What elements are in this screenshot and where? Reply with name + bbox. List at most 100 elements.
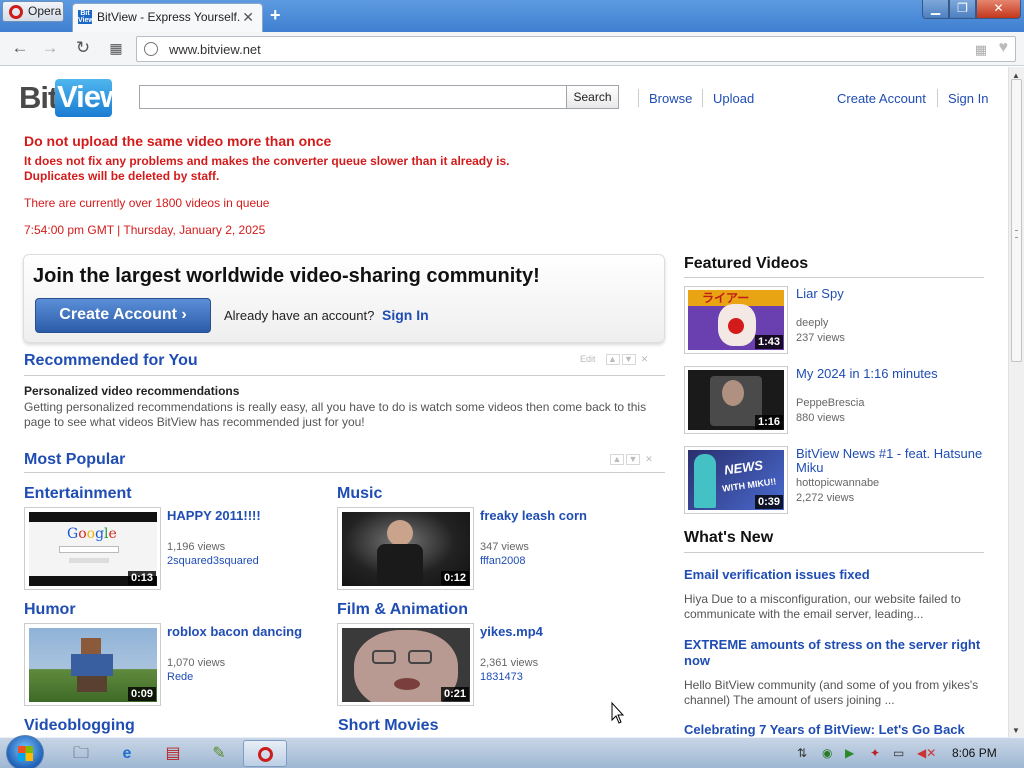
opera-taskbar-button[interactable] — [243, 740, 287, 767]
reload-icon[interactable]: ↻ — [73, 38, 93, 58]
tray-volume-icon[interactable]: ◀✕ — [917, 746, 936, 760]
recommendations-text: Getting personalized recommendations is … — [24, 400, 647, 429]
video-user[interactable]: 1831473 — [480, 671, 523, 683]
video-title[interactable]: freaky leash corn — [480, 508, 587, 523]
news-item-title[interactable]: Celebrating 7 Years of BitView: Let's Go… — [684, 722, 984, 737]
video-thumbnail[interactable]: Google 0:13 — [24, 507, 161, 590]
page-content: Bit View Search Browse Upload Create Acc… — [0, 67, 1008, 737]
news-item-title[interactable]: EXTREME amounts of stress on the server … — [684, 637, 984, 669]
news-item-body: Hello BitView community (and some of you… — [684, 678, 979, 707]
tray-media-icon[interactable]: ▶ — [845, 746, 854, 760]
forward-icon[interactable]: → — [40, 38, 60, 58]
move-down-icon[interactable]: ▼ — [626, 454, 640, 465]
back-icon[interactable]: ← — [10, 38, 30, 58]
video-title[interactable]: yikes.mp4 — [480, 624, 543, 639]
video-thumbnail[interactable]: 0:12 — [337, 507, 474, 590]
news-item-title[interactable]: Email verification issues fixed — [684, 567, 984, 583]
speed-dial-icon[interactable]: ▦ — [106, 38, 126, 58]
video-duration: 0:09 — [127, 687, 156, 701]
create-account-link[interactable]: Create Account — [837, 91, 926, 106]
new-tab-icon[interactable]: + — [270, 6, 281, 24]
upload-link[interactable]: Upload — [713, 91, 754, 106]
search-input[interactable] — [139, 85, 567, 109]
featured-thumbnail[interactable]: ライアー 1:43 — [684, 286, 788, 354]
sign-in-link[interactable]: Sign In — [948, 91, 988, 106]
video-thumbnail[interactable]: 0:09 — [24, 623, 161, 706]
featured-video-title[interactable]: My 2024 in 1:16 minutes — [796, 367, 986, 381]
tray-app-icon[interactable]: ✦ — [870, 746, 880, 760]
browser-tab[interactable]: Bit View BitView - Express Yourself. ✕ — [72, 3, 263, 32]
mouse-cursor-icon — [611, 701, 625, 724]
browse-link[interactable]: Browse — [649, 91, 692, 106]
notice-title: Do not upload the same video more than o… — [24, 133, 332, 149]
video-thumbnail[interactable]: 0:21 — [337, 623, 474, 706]
close-tab-icon[interactable]: ✕ — [242, 4, 254, 30]
media-taskbar-icon[interactable]: ▤ — [152, 740, 194, 767]
video-views: 347 views — [480, 541, 529, 553]
tab-title: BitView - Express Yourself. — [97, 10, 241, 24]
featured-video-title[interactable]: Liar Spy — [796, 287, 986, 301]
video-title[interactable]: HAPPY 2011!!!! — [167, 508, 261, 523]
video-user[interactable]: 2squared3squared — [167, 555, 259, 567]
close-box-icon[interactable]: ✕ — [638, 355, 652, 366]
featured-video-title[interactable]: BitView News #1 - feat. Hatsune Miku — [796, 447, 986, 475]
edit-link[interactable]: Edit — [580, 354, 596, 364]
windows-logo-icon — [18, 746, 33, 761]
featured-duration: 1:43 — [754, 335, 783, 349]
heart-bookmark-icon[interactable]: ♥ — [999, 39, 1009, 57]
featured-duration: 1:16 — [754, 415, 783, 429]
category-videoblogging[interactable]: Videoblogging — [24, 717, 135, 735]
join-headline: Join the largest worldwide video-sharing… — [33, 265, 540, 287]
paint-taskbar-icon[interactable]: ✎ — [198, 740, 240, 767]
address-bar[interactable]: www.bitview.net ▦ ♥ — [136, 36, 1016, 62]
close-window-button[interactable]: ✕ — [976, 0, 1021, 19]
tray-network-icon[interactable]: ⇅ — [797, 746, 807, 760]
site-info-icon[interactable] — [144, 42, 158, 56]
close-box-icon[interactable]: ✕ — [642, 455, 656, 466]
vertical-scrollbar[interactable]: ▲ ▼ — [1008, 67, 1024, 737]
clock[interactable]: 8:06 PM — [952, 746, 997, 760]
search-button[interactable]: Search — [566, 85, 619, 109]
video-user[interactable]: fffan2008 — [480, 555, 525, 567]
move-up-icon[interactable]: ▲ — [605, 354, 620, 365]
maximize-button[interactable]: ❐ — [949, 0, 976, 19]
title-bar: Opera Bit View BitView - Express Yourself… — [0, 0, 1024, 32]
featured-thumbnail[interactable]: 1:16 — [684, 366, 788, 434]
most-popular-box-controls: ▲ ▼ ✕ — [608, 454, 656, 466]
recommended-box-controls: Edit ▲ ▼ ✕ — [580, 354, 652, 366]
move-up-icon[interactable]: ▲ — [610, 454, 624, 465]
video-user[interactable]: Rede — [167, 671, 193, 683]
category-music[interactable]: Music — [337, 485, 382, 503]
opera-taskbar-icon — [257, 747, 273, 762]
move-down-icon[interactable]: ▼ — [621, 354, 636, 365]
start-button[interactable] — [6, 735, 44, 768]
navigation-bar: ← → ↻ ▦ www.bitview.net ▦ ♥ — [0, 32, 1024, 66]
category-film-animation[interactable]: Film & Animation — [337, 601, 468, 619]
internet-explorer-taskbar-icon[interactable]: e — [106, 740, 148, 767]
logo-view: View — [55, 79, 124, 117]
featured-video-views: 880 views — [796, 412, 845, 424]
opera-menu-button[interactable]: Opera — [2, 1, 64, 22]
create-account-button[interactable]: Create Account › — [35, 298, 211, 333]
video-title[interactable]: roblox bacon dancing — [167, 624, 302, 639]
recommendations-heading: Personalized video recommendations — [24, 384, 240, 398]
add-to-speed-dial-icon[interactable]: ▦ — [975, 42, 987, 58]
video-views: 1,070 views — [167, 657, 226, 669]
scroll-down-icon[interactable]: ▼ — [1012, 726, 1020, 735]
timestamp: 7:54:00 pm GMT | Thursday, January 2, 20… — [24, 223, 266, 237]
category-short-movies[interactable]: Short Movies — [338, 717, 438, 735]
explorer-taskbar-icon[interactable]: 🗀 — [60, 740, 102, 767]
url-text[interactable]: www.bitview.net — [169, 42, 261, 57]
category-humor[interactable]: Humor — [24, 601, 76, 619]
category-entertainment[interactable]: Entertainment — [24, 485, 132, 503]
news-item-body: Hiya Due to a misconfiguration, our webs… — [684, 592, 961, 621]
video-duration: 0:12 — [440, 571, 469, 585]
featured-video-views: 2,272 views — [796, 492, 855, 504]
join-sign-in-link[interactable]: Sign In — [382, 307, 429, 323]
tray-monitor-icon[interactable]: ▭ — [893, 746, 904, 760]
already-have-account-text: Already have an account? — [224, 308, 375, 323]
scrollbar-thumb[interactable] — [1011, 79, 1022, 362]
featured-thumbnail[interactable]: NEWS WITH MIKU!! 0:39 — [684, 446, 788, 514]
minimize-button[interactable]: ▁ — [922, 0, 949, 19]
tray-security-icon[interactable]: ◉ — [822, 746, 832, 760]
